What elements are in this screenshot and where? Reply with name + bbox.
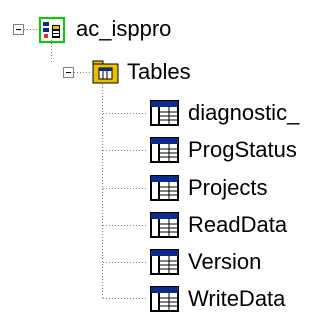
table-icon xyxy=(150,137,179,163)
minus-icon xyxy=(66,72,71,73)
table-label[interactable]: Version xyxy=(188,249,261,275)
root-collapse-toggle[interactable] xyxy=(13,24,24,35)
root-node-label[interactable]: ac_isppro xyxy=(76,16,171,42)
tables-collapse-toggle[interactable] xyxy=(63,67,74,78)
table-label[interactable]: ReadData xyxy=(188,212,287,238)
table-label[interactable]: diagnostic_ xyxy=(188,100,299,126)
folder-icon[interactable] xyxy=(92,58,120,91)
tree-view: ac_isppro Tables diagnostic_ ProgStatus … xyxy=(0,0,335,322)
table-icon xyxy=(150,249,179,275)
table-label[interactable]: Projects xyxy=(188,175,267,201)
database-icon[interactable] xyxy=(39,17,65,43)
tables-node-label[interactable]: Tables xyxy=(127,59,191,85)
table-icon xyxy=(150,100,179,126)
minus-icon xyxy=(16,29,21,30)
table-icon xyxy=(150,175,179,201)
table-label[interactable]: WriteData xyxy=(188,286,285,312)
table-label[interactable]: ProgStatus xyxy=(188,137,297,163)
table-icon xyxy=(150,286,179,312)
table-icon xyxy=(150,212,179,238)
